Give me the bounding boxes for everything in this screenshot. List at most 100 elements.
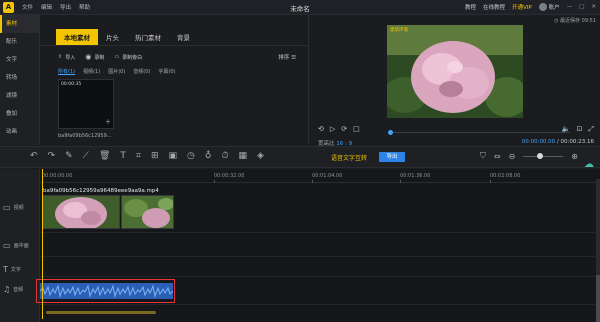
tab-popular-material[interactable]: 热门素材: [127, 29, 169, 45]
fit-icon[interactable]: ⇔: [494, 152, 501, 161]
pip-lane: [40, 233, 596, 257]
tab-local-material[interactable]: 本地素材: [56, 29, 98, 45]
track-header-text[interactable]: T 文字: [3, 265, 21, 274]
filter-all[interactable]: 所有(1): [58, 68, 75, 75]
menu-export[interactable]: 导出: [60, 3, 71, 11]
ruler-tick: 00:01:04.00: [312, 173, 343, 183]
text-track-icon: T: [3, 265, 8, 274]
add-to-timeline-icon[interactable]: ＋: [105, 117, 111, 126]
import-toolbar: ⇪ 导入 ◉ 录制 ▭ 录制旁白: [58, 53, 142, 61]
music-note-icon: ♫: [3, 285, 11, 294]
pencil-icon[interactable]: ✎: [65, 151, 73, 161]
time-display: 00:00:00.00 / 00:00:23.16: [522, 139, 594, 145]
track-header-pip[interactable]: ▭ 画中画: [3, 241, 29, 250]
record-icon: ◉: [85, 53, 92, 61]
filter-audio[interactable]: 音频(0): [133, 68, 150, 75]
duration-icon[interactable]: ⏱: [221, 151, 228, 161]
import-label: 导入: [65, 54, 76, 61]
edit-tools: ↶ ↷ ✎ ⟋ 🗑 T ⌗ ⊞ ▣ ◷ ♁ ⏱ ▦ ◈: [30, 151, 264, 161]
crop-icon[interactable]: ⌗: [136, 151, 141, 161]
timeline-zoom-tools: ⛉ ⇔ ⊖ ⊕: [480, 151, 578, 161]
menu-file[interactable]: 文件: [22, 3, 33, 11]
export-button[interactable]: 导出: [379, 152, 405, 162]
sidebar-item-filter[interactable]: 滤镜: [0, 87, 39, 105]
play-icon[interactable]: ▷: [330, 125, 335, 133]
green-screen-icon[interactable]: ▦: [239, 151, 248, 161]
sidebar-item-music[interactable]: 配乐: [0, 33, 39, 51]
tab-background[interactable]: 背景: [169, 29, 198, 45]
track-label-pip: 画中画: [13, 243, 29, 249]
timeline[interactable]: 00:00:00.00 00:00:32.00 00:01:04.00 00:0…: [36, 169, 600, 322]
forward-icon[interactable]: ⟳: [341, 125, 347, 133]
volume-icon[interactable]: 🔈: [562, 125, 571, 134]
video-clip-2[interactable]: [121, 195, 174, 229]
ruler-tick: 00:00:32.00: [214, 173, 245, 183]
delete-icon[interactable]: 🗑: [99, 151, 110, 161]
vip-button[interactable]: 开通VIP: [512, 3, 532, 11]
zoom-out-icon[interactable]: ⊖: [509, 152, 516, 161]
marker-icon[interactable]: ⛉: [480, 151, 486, 161]
sidebar-item-text[interactable]: 文字: [0, 51, 39, 69]
zoom-slider-handle[interactable]: [537, 152, 544, 159]
tutorial-link[interactable]: 教程: [465, 3, 476, 11]
mosaic-icon[interactable]: ⊞: [151, 151, 159, 161]
redo-icon[interactable]: ↷: [48, 151, 56, 161]
speed-icon[interactable]: ◷: [187, 151, 195, 161]
sidebar-item-material[interactable]: 素材: [0, 15, 39, 33]
color-icon[interactable]: ◈: [257, 151, 264, 161]
media-thumbnail[interactable]: 00:00:35 ＋: [58, 79, 114, 129]
stop-icon[interactable]: □: [353, 125, 360, 133]
fullscreen-icon[interactable]: ⤢: [588, 125, 594, 134]
freeze-frame-icon[interactable]: ▣: [169, 151, 178, 161]
menu-edit[interactable]: 编辑: [41, 3, 52, 11]
track-label-audio: 音频: [13, 287, 24, 293]
track-header-audio[interactable]: ♫ 音频: [3, 285, 23, 294]
video-preview[interactable]: 建筑环境: [387, 25, 523, 118]
list-icon: ☰: [291, 55, 296, 61]
microphone-icon[interactable]: ♁: [205, 151, 212, 161]
vertical-scrollbar[interactable]: [596, 179, 600, 322]
category-sidebar: 素材 配乐 文字 转场 滤镜 叠加 动画: [0, 15, 40, 145]
sidebar-item-animation[interactable]: 动画: [0, 123, 39, 141]
sidebar-item-overlay[interactable]: 叠加: [0, 105, 39, 123]
scrollbar-thumb[interactable]: [596, 275, 600, 322]
import-button[interactable]: ⇪ 导入: [58, 54, 75, 61]
sidebar-item-transition[interactable]: 转场: [0, 69, 39, 87]
seek-handle[interactable]: [388, 130, 393, 135]
media-filters: 所有(1) 视频(1) 图片(0) 音频(0) 字幕(0): [58, 68, 175, 75]
upload-icon: ⇪: [58, 54, 63, 60]
record-voiceover-button[interactable]: ▭ 录制旁白: [114, 54, 142, 61]
account-menu[interactable]: 账户: [538, 3, 560, 11]
undo-icon[interactable]: ↶: [30, 151, 38, 161]
filter-subtitle[interactable]: 字幕(0): [158, 68, 175, 75]
filter-image[interactable]: 图片(0): [108, 68, 125, 75]
rewind-icon[interactable]: ⟲: [318, 125, 324, 133]
split-icon[interactable]: ⟋: [83, 151, 89, 161]
zoom-in-icon[interactable]: ⊕: [571, 152, 578, 161]
sort-button[interactable]: 排序 ☰: [278, 53, 296, 61]
maximize-button[interactable]: □: [579, 4, 584, 10]
minimize-button[interactable]: —: [567, 4, 573, 10]
menu-help[interactable]: 帮助: [79, 3, 90, 11]
filter-video[interactable]: 视频(1): [83, 68, 100, 75]
close-button[interactable]: ✕: [591, 4, 596, 10]
record-button[interactable]: ◉ 录制: [85, 53, 104, 61]
video-track-icon: ▭: [3, 203, 11, 212]
online-tutorial-link[interactable]: 在线教程: [483, 3, 505, 11]
track-header-video[interactable]: ▭ 视频: [3, 203, 24, 212]
library-tabs: 本地素材 片头 热门素材 背景: [56, 29, 198, 45]
zoom-slider[interactable]: [523, 152, 564, 159]
horizontal-scrollbar[interactable]: [46, 311, 156, 314]
track-label-video: 视频: [13, 205, 24, 211]
playhead[interactable]: [42, 169, 43, 319]
video-clip-1[interactable]: [42, 195, 120, 229]
track-headers: ▭ 视频 ▭ 画中画 T 文字 ♫ 音频: [0, 169, 40, 322]
time-ruler[interactable]: 00:00:00.00 00:00:32.00 00:01:04.00 00:0…: [40, 169, 596, 183]
speech-to-text-button[interactable]: 语音文字互转: [331, 153, 367, 162]
text-icon[interactable]: T: [120, 151, 126, 161]
snapshot-icon[interactable]: ⊡: [577, 125, 583, 134]
video-watermark: 建筑环境: [390, 28, 408, 33]
audio-clip[interactable]: [40, 283, 173, 299]
tab-intro[interactable]: 片头: [98, 29, 127, 45]
seek-bar[interactable]: [388, 130, 570, 135]
